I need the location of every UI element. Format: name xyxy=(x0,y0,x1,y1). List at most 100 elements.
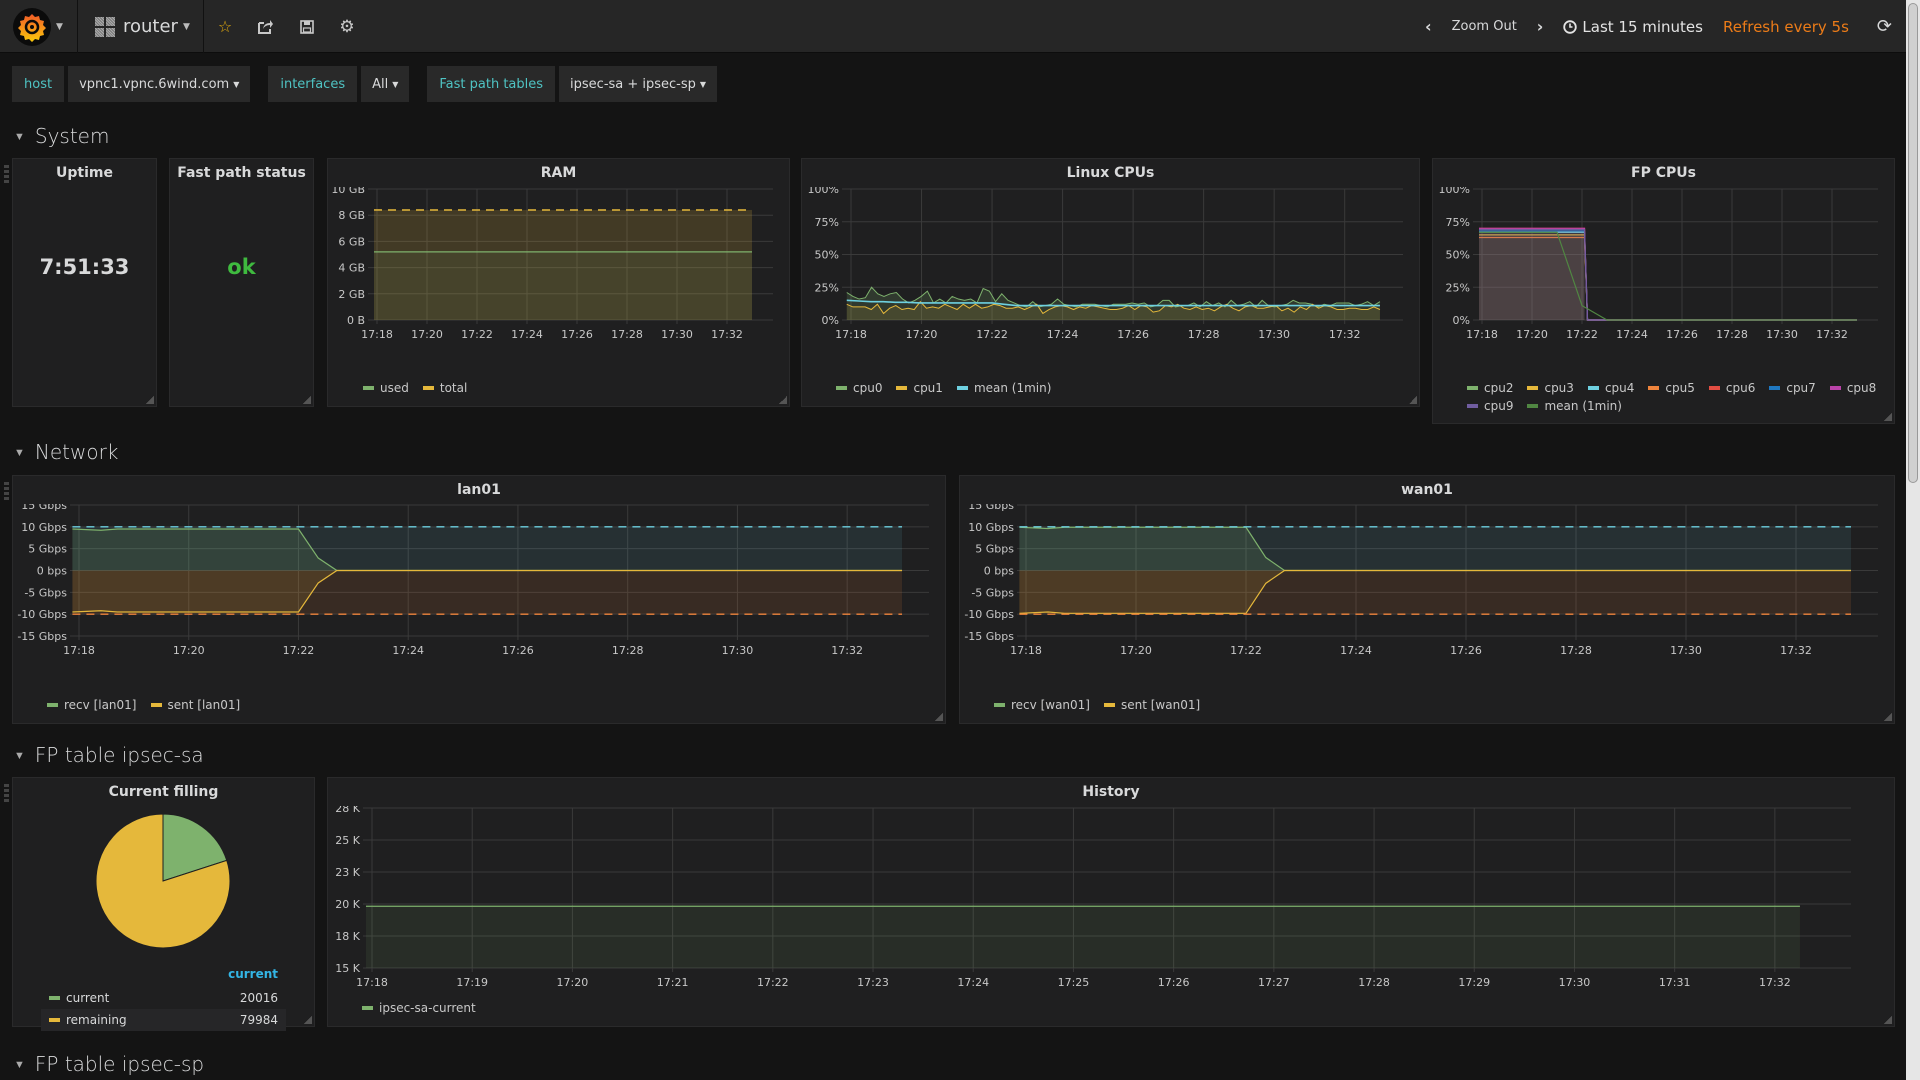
variable-select-fast-path-tables[interactable]: ipsec-sa + ipsec-sp ▼ xyxy=(559,66,718,102)
chevron-left-icon[interactable]: ‹ xyxy=(1419,17,1438,36)
row-header-network[interactable]: ▼ Network xyxy=(14,440,118,464)
zoom-out-button[interactable]: Zoom Out xyxy=(1452,19,1517,34)
legend-column-header[interactable]: current xyxy=(41,967,286,987)
legend-color-swatch xyxy=(362,1006,373,1010)
legend-label: cpu1 xyxy=(913,381,943,395)
legend-item[interactable]: cpu4 xyxy=(1587,381,1634,395)
legend-item[interactable]: cpu6 xyxy=(1708,381,1755,395)
resize-handle[interactable] xyxy=(1409,396,1417,404)
legend-label: cpu8 xyxy=(1846,381,1877,395)
panel-title[interactable]: Uptime xyxy=(13,159,156,187)
resize-handle[interactable] xyxy=(935,713,943,721)
legend-item[interactable]: cpu0 xyxy=(836,381,882,395)
legend-item[interactable]: recv [wan01] xyxy=(994,698,1090,712)
y-tick-label: 0 B xyxy=(347,314,365,327)
x-tick-label: 17:32 xyxy=(1329,328,1361,341)
panel-title[interactable]: RAM xyxy=(328,159,789,187)
y-tick-label: 18 K xyxy=(335,930,360,943)
panel-title[interactable]: lan01 xyxy=(13,476,945,504)
pie-chart xyxy=(95,813,231,949)
panel-title[interactable]: History xyxy=(328,778,1894,806)
chevron-right-icon[interactable]: › xyxy=(1531,17,1550,36)
resize-handle[interactable] xyxy=(304,1016,312,1024)
x-tick-label: 17:24 xyxy=(1616,328,1648,341)
x-tick-label: 17:20 xyxy=(1516,328,1548,341)
panel-uptime: Uptime 7:51:33 xyxy=(12,158,157,407)
legend-label: recv [wan01] xyxy=(1011,698,1090,712)
star-button[interactable]: ☆ xyxy=(205,0,245,53)
legend-label: mean (1min) xyxy=(1544,399,1622,413)
x-tick-label: 17:32 xyxy=(1780,644,1812,657)
legend-item[interactable]: cpu9 xyxy=(1467,399,1513,413)
panel-title[interactable]: FP CPUs xyxy=(1433,159,1894,187)
legend-item[interactable]: cpu2 xyxy=(1467,381,1513,395)
legend-item[interactable]: cpu1 xyxy=(896,381,943,395)
resize-handle[interactable] xyxy=(1884,413,1892,421)
legend-item[interactable]: total xyxy=(422,381,468,395)
x-tick-label: 17:20 xyxy=(557,976,589,986)
variable-select-host[interactable]: vpnc1.vpnc.6wind.com ▼ xyxy=(68,66,251,102)
panel-title[interactable]: Linux CPUs xyxy=(802,159,1419,187)
row-drag-handle[interactable] xyxy=(4,784,9,802)
legend-item[interactable]: recv [lan01] xyxy=(47,698,137,712)
settings-button[interactable]: ⚙ xyxy=(327,0,367,53)
row-title: Network xyxy=(34,440,119,464)
legend-value: 20016 xyxy=(239,991,278,1005)
row-header-ipsec-sa[interactable]: ▼ FP table ipsec-sa xyxy=(14,743,204,767)
row-title: System xyxy=(34,124,110,148)
legend-item[interactable]: cpu8 xyxy=(1829,381,1877,395)
chart-legend: cpu2 cpu3 cpu4 cpu5 cpu6 cpu7 cpu8 cpu9 mean (1m… xyxy=(1467,381,1887,413)
x-tick-label: 17:20 xyxy=(173,644,205,657)
legend-item[interactable]: used xyxy=(363,381,409,395)
legend-item[interactable]: cpu7 xyxy=(1769,381,1816,395)
chart-legend: recv [wan01] sent [wan01] xyxy=(994,698,1200,712)
time-range-picker[interactable]: Last 15 minutes xyxy=(1563,18,1703,36)
legend-item[interactable]: cpu3 xyxy=(1527,381,1574,395)
legend-color-swatch xyxy=(1467,386,1478,390)
legend-color-swatch xyxy=(1769,386,1781,390)
page-scrollbar[interactable] xyxy=(1906,0,1920,1080)
variable-label-fast-path-tables: Fast path tables xyxy=(427,66,556,102)
resize-handle[interactable] xyxy=(779,396,787,404)
refresh-icon: ⟳ xyxy=(1876,16,1892,37)
resize-handle[interactable] xyxy=(303,396,311,404)
y-tick-label: 0% xyxy=(822,314,839,327)
resize-handle[interactable] xyxy=(1884,1016,1892,1024)
x-tick-label: 17:26 xyxy=(561,328,593,341)
legend-item[interactable]: mean (1min) xyxy=(1527,399,1622,413)
panel-current-filling: Current filling current current 20016 re… xyxy=(12,777,315,1031)
resize-handle[interactable] xyxy=(146,396,154,404)
scrollbar-thumb[interactable] xyxy=(1908,3,1918,483)
row-header-system[interactable]: ▼ System xyxy=(14,124,109,148)
refresh-button[interactable]: ⟳ xyxy=(1877,16,1892,37)
grafana-menu-button[interactable]: ▼ xyxy=(0,0,78,53)
x-tick-label: 17:18 xyxy=(835,328,867,341)
x-tick-label: 17:29 xyxy=(1458,976,1490,986)
legend-item[interactable]: sent [wan01] xyxy=(1103,698,1200,712)
legend-color-swatch xyxy=(1829,386,1841,390)
share-button[interactable] xyxy=(245,0,285,53)
variable-select-interfaces[interactable]: All ▼ xyxy=(361,66,410,102)
legend-row-current[interactable]: current 20016 xyxy=(41,987,286,1009)
legend-item[interactable]: mean (1min) xyxy=(956,381,1051,395)
panel-title[interactable]: Current filling xyxy=(13,778,314,806)
save-button[interactable] xyxy=(287,0,327,53)
row-drag-handle[interactable] xyxy=(4,482,9,500)
panel-title[interactable]: Fast path status xyxy=(170,159,313,187)
x-tick-label: 17:18 xyxy=(356,976,388,986)
refresh-interval[interactable]: Refresh every 5s xyxy=(1723,18,1849,36)
legend-color-swatch xyxy=(150,703,162,707)
x-tick-label: 17:24 xyxy=(392,644,424,657)
panel-title[interactable]: wan01 xyxy=(960,476,1894,504)
x-tick-label: 17:28 xyxy=(1716,328,1748,341)
legend-label: total xyxy=(439,381,468,395)
legend-item[interactable]: sent [lan01] xyxy=(150,698,240,712)
dashboard-picker[interactable]: router ▼ xyxy=(79,0,204,53)
legend-row-remaining[interactable]: remaining 79984 xyxy=(41,1009,286,1031)
x-tick-label: 17:23 xyxy=(857,976,889,986)
resize-handle[interactable] xyxy=(1884,713,1892,721)
row-header-ipsec-sp[interactable]: ▼ FP table ipsec-sp xyxy=(14,1052,204,1076)
legend-item[interactable]: ipsec-sa-current xyxy=(362,1001,476,1015)
legend-item[interactable]: cpu5 xyxy=(1648,381,1695,395)
row-drag-handle[interactable] xyxy=(4,165,9,183)
